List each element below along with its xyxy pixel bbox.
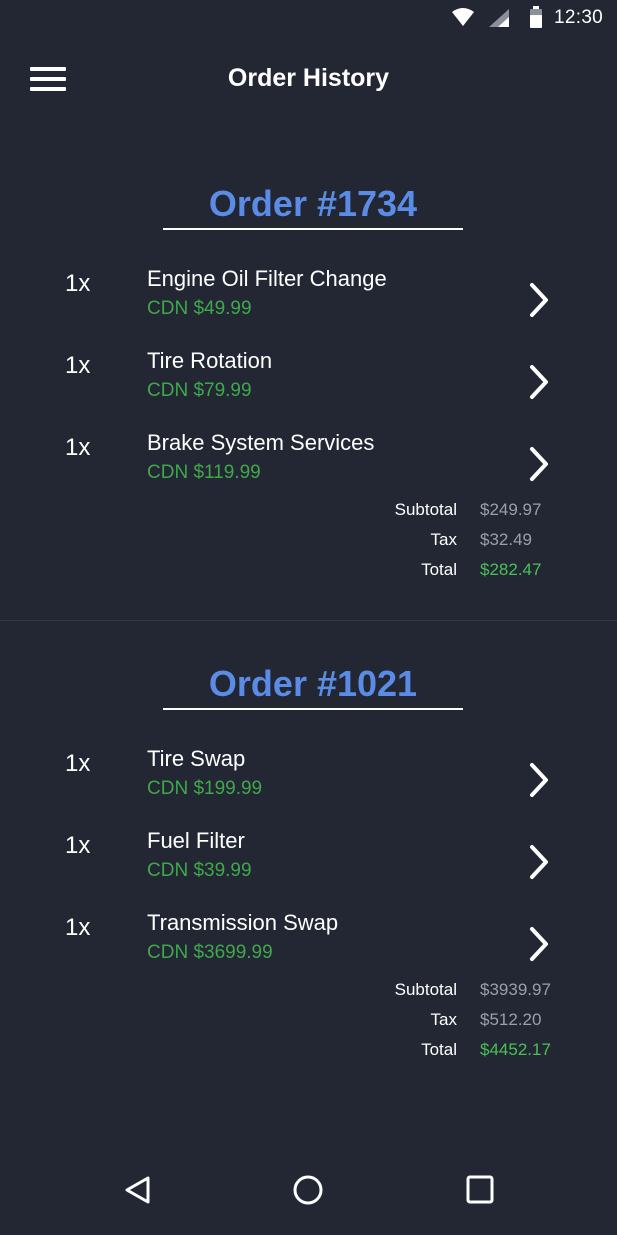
order-line-item[interactable]: 1x Tire Swap CDN $199.99 [0, 736, 617, 806]
order-history-screen: 12:30 Order History Order #1734 1x Engin… [0, 0, 617, 1235]
item-quantity: 1x [65, 352, 91, 379]
subtotal-label: Subtotal [394, 980, 457, 999]
chevron-right-icon[interactable] [524, 842, 554, 882]
item-quantity: 1x [65, 270, 91, 297]
recent-apps-icon[interactable] [465, 1174, 495, 1206]
item-quantity: 1x [65, 832, 91, 859]
order-line-item[interactable]: 1x Fuel Filter CDN $39.99 [0, 818, 617, 888]
wifi-icon [452, 8, 474, 26]
item-price: CDN $49.99 [147, 298, 252, 319]
item-quantity: 1x [65, 434, 91, 461]
order-number: Order #1734 [208, 183, 418, 224]
item-quantity: 1x [65, 914, 91, 941]
item-price: CDN $39.99 [147, 860, 252, 881]
page-title: Order History [227, 64, 390, 92]
tax-row: Tax $512.20 [0, 1010, 617, 1040]
total-row: Total $4452.17 [0, 1040, 617, 1070]
order-heading: Order #1021 [163, 663, 463, 710]
subtotal-row: Subtotal $3939.97 [0, 980, 617, 1010]
cellular-signal-icon [489, 9, 509, 27]
tax-value: $512.20 [480, 1010, 542, 1029]
chevron-right-icon[interactable] [524, 760, 554, 800]
home-icon[interactable] [291, 1174, 325, 1208]
status-time: 12:30 [554, 7, 604, 28]
chevron-right-icon[interactable] [524, 444, 554, 484]
total-value: $282.47 [480, 560, 542, 579]
order-heading: Order #1734 [163, 183, 463, 230]
order-line-item[interactable]: 1x Brake System Services CDN $119.99 [0, 420, 617, 490]
chevron-right-icon[interactable] [524, 924, 554, 964]
subtotal-label: Subtotal [394, 500, 457, 519]
order-divider [0, 620, 617, 621]
app-bar: Order History [0, 38, 617, 122]
chevron-right-icon[interactable] [524, 362, 554, 402]
tax-value: $32.49 [480, 530, 532, 549]
order-number: Order #1021 [208, 663, 418, 704]
back-icon[interactable] [122, 1174, 154, 1206]
item-name: Tire Swap [147, 746, 246, 771]
status-bar: 12:30 [0, 0, 617, 38]
item-price: CDN $199.99 [147, 778, 263, 799]
total-label: Total [421, 560, 457, 579]
order-line-item[interactable]: 1x Tire Rotation CDN $79.99 [0, 338, 617, 408]
total-label: Total [421, 1040, 457, 1059]
subtotal-value: $249.97 [480, 500, 542, 519]
order-line-item[interactable]: 1x Engine Oil Filter Change CDN $49.99 [0, 256, 617, 326]
item-quantity: 1x [65, 750, 91, 777]
subtotal-value: $3939.97 [480, 980, 551, 999]
tax-label: Tax [430, 1010, 457, 1029]
item-name: Tire Rotation [147, 348, 273, 373]
tax-label: Tax [430, 530, 457, 549]
item-price: CDN $3699.99 [147, 942, 273, 963]
subtotal-row: Subtotal $249.97 [0, 500, 617, 530]
chevron-right-icon[interactable] [524, 280, 554, 320]
item-name: Transmission Swap [147, 910, 339, 935]
order-line-item[interactable]: 1x Transmission Swap CDN $3699.99 [0, 900, 617, 970]
item-price: CDN $119.99 [147, 462, 261, 483]
item-name: Brake System Services [147, 430, 375, 455]
tax-row: Tax $32.49 [0, 530, 617, 560]
total-row: Total $282.47 [0, 560, 617, 590]
system-nav-bar [0, 1150, 617, 1235]
item-name: Engine Oil Filter Change [147, 266, 387, 291]
battery-icon [530, 6, 542, 28]
total-value: $4452.17 [480, 1040, 551, 1059]
item-name: Fuel Filter [147, 828, 245, 853]
item-price: CDN $79.99 [147, 380, 252, 401]
